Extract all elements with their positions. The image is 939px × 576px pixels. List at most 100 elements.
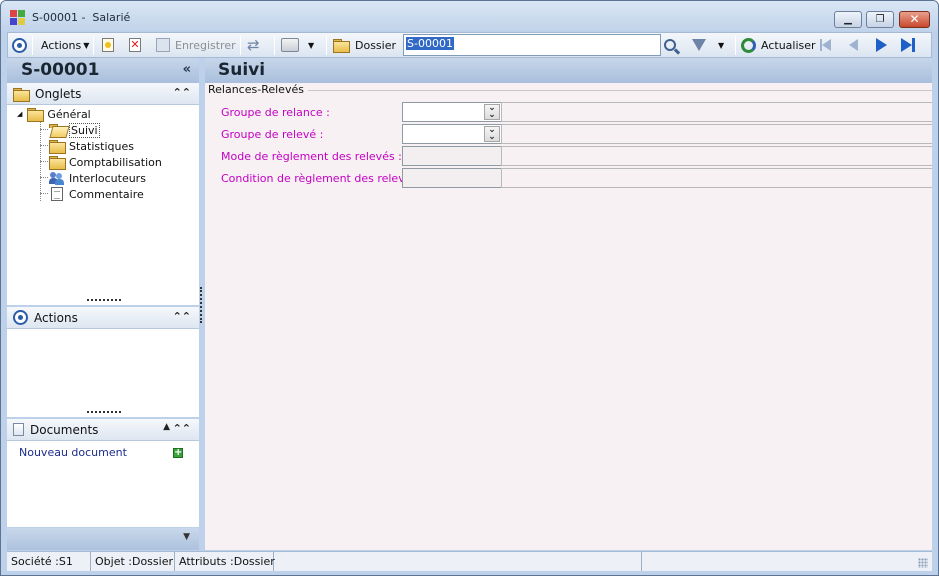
actions-panel: [7, 329, 199, 417]
tree-item-suivi[interactable]: Suivi: [49, 122, 100, 138]
condition-reglement-description: [501, 168, 932, 188]
refresh-label: Actualiser: [761, 38, 816, 52]
tree-item-comptabilisation[interactable]: Comptabilisation: [49, 154, 162, 170]
group-divider: [300, 90, 932, 91]
window-resize-grip[interactable]: [918, 558, 928, 568]
chevron-up-icon[interactable]: ▲: [163, 422, 170, 432]
close-icon: ✕: [909, 12, 920, 26]
minimize-button[interactable]: ▁: [834, 11, 862, 28]
tree-item-label: Général: [47, 107, 91, 121]
delete-icon: ✕: [129, 38, 141, 52]
filter-options-dropdown[interactable]: ▼: [718, 33, 724, 57]
actions-section-label: Actions: [34, 310, 78, 325]
tree-item-label: Comptabilisation: [69, 155, 162, 169]
folder-label: Dossier: [355, 38, 397, 52]
tree-item-statistiques[interactable]: Statistiques: [49, 138, 134, 154]
document-icon: [13, 423, 24, 436]
mode-reglement-field[interactable]: [402, 146, 502, 166]
tree-item-general[interactable]: ◢ Général: [17, 106, 91, 122]
print-options-dropdown[interactable]: ▼: [308, 33, 314, 57]
sync-button[interactable]: ⇄: [247, 33, 260, 57]
tree-item-label: Interlocuteurs: [69, 171, 146, 185]
toolbar: Actions ▼ ✕ Enregistrer ⇄ ▼ Dossier S-00…: [7, 32, 932, 58]
tree-connector: [40, 161, 48, 162]
mode-reglement-description: [501, 146, 932, 166]
next-record-icon: [876, 38, 887, 52]
restore-icon: ❐: [875, 14, 885, 25]
tabs-section-header[interactable]: Onglets ⌃⌃: [7, 83, 199, 105]
tree-connector: [40, 129, 48, 130]
condition-reglement-field[interactable]: [402, 168, 502, 188]
tree-item-label: Statistiques: [69, 139, 134, 153]
double-chevron-up-icon[interactable]: ⌃⌃: [173, 86, 191, 99]
groupe-releve-description: [501, 124, 932, 144]
field-label-groupe-releve: Groupe de relevé :: [221, 128, 324, 141]
refresh-button[interactable]: Actualiser: [741, 33, 816, 57]
chevron-down-icon: ▼: [308, 40, 315, 50]
tree-connector: [40, 145, 48, 146]
chevron-down-icon[interactable]: ▼: [183, 532, 190, 542]
record-title: S-00001: [21, 60, 100, 80]
documents-panel: Nouveau document +: [7, 441, 199, 527]
search-input[interactable]: S-00001: [403, 34, 661, 56]
search-button[interactable]: [664, 33, 681, 57]
tree-item-label: Suivi: [69, 122, 100, 138]
new-document-link[interactable]: Nouveau document: [19, 446, 127, 459]
documents-section-header[interactable]: Documents ▲ ⌃⌃: [7, 419, 199, 441]
last-record-icon: [901, 38, 915, 52]
toolbar-separator: [240, 36, 241, 55]
window-title: S-00001 - Salarié: [32, 11, 131, 24]
chevron-down-icon: ▼: [718, 40, 725, 50]
open-folder-icon: [49, 124, 65, 136]
status-attributs: Attributs :Dossier: [175, 552, 275, 571]
target-icon: [12, 37, 27, 53]
title-bar[interactable]: S-00001 - Salarié ▁ ❐ ✕: [1, 1, 938, 31]
folder-icon: [13, 87, 30, 102]
resize-grip[interactable]: [87, 411, 121, 413]
close-button[interactable]: ✕: [899, 11, 930, 28]
target-icon: [13, 310, 28, 325]
double-chevron-up-icon[interactable]: ⌃⌃: [173, 422, 191, 435]
previous-record-button[interactable]: [849, 33, 858, 57]
collapse-panel-button[interactable]: «: [183, 62, 191, 77]
tree-item-interlocuteurs[interactable]: Interlocuteurs: [49, 170, 146, 186]
groupe-relance-select[interactable]: ⌄ ⌄: [402, 102, 502, 122]
toolbar-separator: [326, 36, 327, 55]
app-icon: [10, 10, 26, 26]
tree-connector: [40, 193, 48, 194]
double-chevron-down-icon[interactable]: ⌄ ⌄: [484, 126, 500, 142]
left-panel-footer: ▼: [7, 528, 199, 550]
actions-section-header[interactable]: Actions ⌃⌃: [7, 307, 199, 329]
status-empty: [274, 552, 642, 571]
record-nav-button[interactable]: [12, 33, 27, 57]
refresh-icon: [741, 37, 756, 53]
tree-item-commentaire[interactable]: Commentaire: [49, 186, 144, 202]
actions-menu-button[interactable]: Actions ▼: [41, 33, 89, 57]
new-record-button[interactable]: [102, 33, 114, 57]
search-input-value: S-00001: [406, 37, 454, 50]
add-document-icon[interactable]: +: [173, 448, 183, 458]
filter-button[interactable]: [692, 33, 706, 57]
save-icon: [156, 38, 170, 52]
first-record-button[interactable]: [820, 33, 831, 57]
panel-splitter[interactable]: [200, 287, 202, 323]
next-record-button[interactable]: [876, 33, 887, 57]
restore-button[interactable]: ❐: [866, 11, 894, 28]
double-chevron-down-icon[interactable]: ⌄ ⌄: [484, 104, 500, 120]
save-label: Enregistrer: [175, 38, 236, 52]
folder-button[interactable]: Dossier: [333, 33, 396, 57]
resize-grip[interactable]: [87, 299, 121, 301]
page-header: Suivi: [205, 58, 932, 83]
delete-button[interactable]: ✕: [129, 33, 141, 57]
groupe-releve-select[interactable]: ⌄ ⌄: [402, 124, 502, 144]
field-label-groupe-relance: Groupe de relance :: [221, 106, 330, 119]
tabs-section-label: Onglets: [35, 86, 82, 101]
last-record-button[interactable]: [901, 33, 915, 57]
expand-triangle-icon[interactable]: ◢: [17, 110, 22, 118]
print-button[interactable]: [281, 33, 299, 57]
save-button[interactable]: Enregistrer: [156, 33, 236, 57]
magnifier-icon: [664, 39, 681, 55]
status-objet: Objet :Dossier: [91, 552, 175, 571]
double-chevron-up-icon[interactable]: ⌃⌃: [173, 310, 191, 323]
people-icon: [49, 171, 65, 185]
